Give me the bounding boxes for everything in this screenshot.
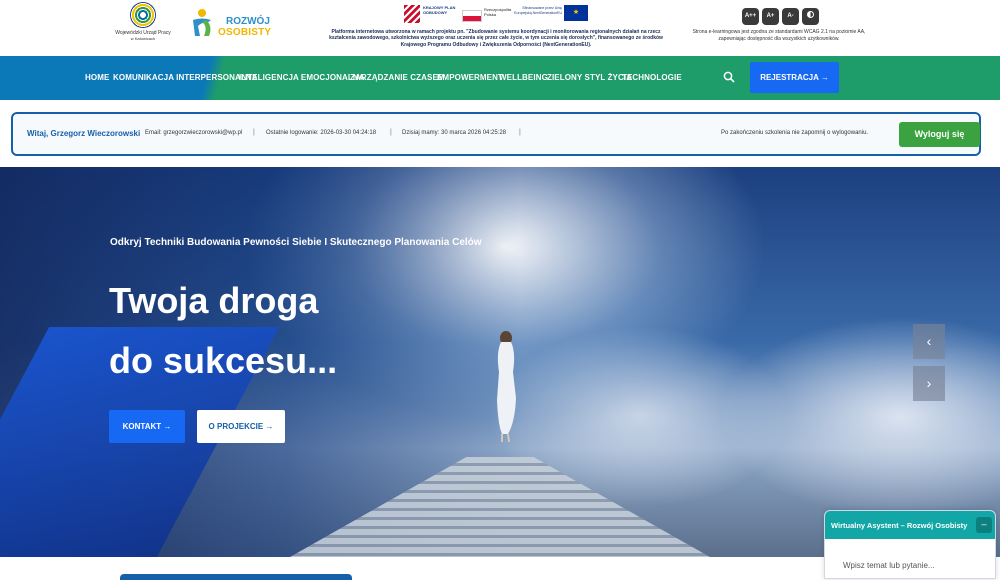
hero-subtitle: Odkryj Techniki Budowania Pewności Siebi… — [110, 237, 482, 248]
nav-item-zarzadzanie[interactable]: ZARZĄDZANIE CZASEM — [350, 73, 445, 82]
nav-item-wellbeing[interactable]: WELLBEING — [499, 73, 548, 82]
kpo-logo: KRAJOWY PLAN ODBUDOWY — [402, 3, 462, 27]
nav-item-technologie[interactable]: TECHNOLOGIE — [622, 73, 682, 82]
separator: | — [253, 129, 255, 136]
logo-line2: OSOBISTY — [218, 27, 272, 38]
hero-title-line1: Twoja droga — [109, 280, 319, 321]
contrast-toggle-button[interactable] — [802, 8, 819, 25]
font-size-largest-button[interactable]: A++ — [742, 8, 759, 25]
main-navigation: HOME KOMUNIKACJA INTERPERSONALNA INTELIG… — [0, 56, 1000, 100]
nav-item-empowerment[interactable]: EMPOWERMENT — [437, 73, 503, 82]
user-email: Email: grzegorzwieczorowski@wp.pl — [145, 130, 243, 136]
logout-reminder: Po zakończeniu szkolenia nie zapomnij o … — [721, 130, 869, 136]
virtual-assistant-chat[interactable]: Wirtualny Asystent – Rozwój Osobisty – W… — [824, 510, 996, 579]
poland-logo: Rzeczpospolita Polska — [462, 3, 514, 27]
register-button[interactable]: REJESTRACJA → — [750, 62, 839, 93]
font-size-larger-button[interactable]: A+ — [762, 8, 779, 25]
chat-title: Wirtualny Asystent – Rozwój Osobisty — [831, 521, 968, 530]
project-description: Platforma internetowa utworzona w ramach… — [329, 29, 663, 48]
poland-flag-icon — [462, 10, 482, 22]
eu-logo: Sfinansowane przez Unię Europejską NextG… — [514, 3, 588, 27]
separator: | — [390, 129, 392, 136]
contrast-icon — [807, 10, 814, 18]
chat-minimize-button[interactable]: – — [976, 517, 992, 533]
nav-item-home[interactable]: HOME — [85, 73, 109, 82]
eu-funding-logos: KRAJOWY PLAN ODBUDOWY Rzeczpospolita Pol… — [402, 3, 588, 27]
slider-prev-button[interactable]: ‹ — [913, 324, 945, 359]
contact-button[interactable]: KONTAKT → — [109, 410, 185, 443]
last-login: Ostatnie logowanie: 2026-03-30 04:24:18 — [266, 130, 377, 136]
poland-text: Rzeczpospolita Polska — [484, 7, 512, 17]
rozwoj-osobisty-logo[interactable]: ROZWÓJ OSOBISTY — [190, 6, 271, 46]
kpo-mark-icon — [404, 5, 420, 23]
kpo-text: KRAJOWY PLAN ODBUDOWY — [423, 5, 456, 15]
user-greeting: Witaj, Grzegorz Wieczorowski — [27, 129, 141, 138]
nav-item-inteligencja[interactable]: INTELIGENCJA EMOCJONALNA — [239, 73, 365, 82]
person-icon — [193, 9, 211, 36]
logout-button[interactable]: Wyloguj się — [899, 122, 980, 147]
top-header: Wojewódzki Urząd Pracy w Katowicach ROZW… — [0, 0, 1000, 56]
wcag-statement: Strona e-learningowa jest zgodna ze stan… — [692, 29, 866, 42]
eu-flag-icon: ★ — [564, 5, 588, 21]
section-divider — [120, 574, 352, 580]
woman-figure-image — [497, 331, 516, 442]
search-icon[interactable] — [723, 71, 735, 83]
logo-line1: ROZWÓJ — [226, 16, 270, 27]
font-size-smaller-button[interactable]: A- — [782, 8, 799, 25]
chat-header[interactable]: Wirtualny Asystent – Rozwój Osobisty – — [825, 511, 995, 539]
nav-item-komunikacja[interactable]: KOMUNIKACJA INTERPERSONALNA — [113, 73, 258, 82]
wup-logo-subtitle: w Katowicach — [130, 36, 156, 41]
about-project-button[interactable]: O PROJEKCIE → — [197, 410, 285, 443]
chat-input[interactable]: Wpisz temat lub pytanie... — [843, 561, 935, 570]
wup-logo[interactable]: Wojewódzki Urząd Pracy w Katowicach — [112, 2, 174, 52]
separator: | — [519, 129, 521, 136]
eu-text: Sfinansowane przez Unię Europejską NextG… — [514, 6, 562, 15]
nav-item-zielony[interactable]: ZIELONY STYL ŻYCIA — [547, 73, 632, 82]
wup-rings-icon — [130, 2, 156, 28]
today-date: Dzisiaj mamy: 30 marca 2026 04:25:28 — [402, 130, 507, 136]
slider-next-button[interactable]: › — [913, 366, 945, 401]
hero-title-line2: do sukcesu... — [109, 340, 338, 381]
hero-slider: Odkryj Techniki Budowania Pewności Siebi… — [0, 167, 1000, 557]
user-info-bar: Witaj, Grzegorz Wieczorowski Email: grze… — [11, 112, 981, 156]
